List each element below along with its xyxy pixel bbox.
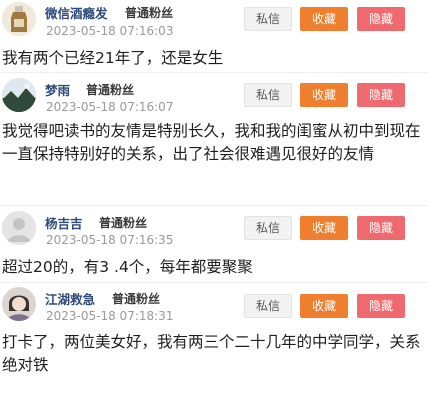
user-avatar[interactable]: [2, 2, 36, 36]
bottle-avatar-icon: [2, 2, 36, 36]
username[interactable]: 微信酒瘾发: [45, 3, 108, 22]
username[interactable]: 江湖救急: [45, 289, 95, 308]
message-button[interactable]: 私信: [244, 216, 292, 240]
user-avatar[interactable]: [2, 211, 36, 245]
fan-level-badge: 普通粉丝: [86, 83, 135, 97]
message-button[interactable]: 私信: [244, 7, 292, 31]
comment-text: 我有两个已经21年了，还是女生: [2, 49, 224, 67]
divider: [0, 205, 428, 206]
favorite-button[interactable]: 收藏: [300, 216, 348, 240]
fan-level-badge: 普通粉丝: [125, 6, 174, 20]
hide-button[interactable]: 隐藏: [357, 7, 405, 31]
hide-button[interactable]: 隐藏: [357, 216, 405, 240]
message-button[interactable]: 私信: [244, 294, 292, 318]
favorite-button[interactable]: 收藏: [300, 83, 348, 107]
default-user-avatar-icon: [2, 211, 36, 245]
divider: [0, 282, 428, 283]
message-button[interactable]: 私信: [244, 83, 292, 107]
user-avatar[interactable]: [2, 78, 36, 112]
fan-level-badge: 普通粉丝: [112, 292, 161, 306]
divider: [0, 72, 428, 73]
photo-avatar-icon: [2, 287, 36, 321]
hide-button[interactable]: 隐藏: [357, 83, 405, 107]
username[interactable]: 梦雨: [45, 80, 70, 99]
landscape-avatar-icon: [2, 78, 36, 112]
comment-text: 超过20的，有3 .4个，每年都要聚聚: [2, 258, 253, 276]
comment-timestamp: 2023-05-18 07:16:03: [46, 24, 174, 38]
comment-text: 我觉得吧读书的友情是特别长久，我和我的闺蜜从初中到现在一直保持特别好的关系，出了…: [2, 122, 421, 163]
favorite-button[interactable]: 收藏: [300, 294, 348, 318]
user-avatar[interactable]: [2, 287, 36, 321]
fan-level-badge: 普通粉丝: [99, 216, 148, 230]
favorite-button[interactable]: 收藏: [300, 7, 348, 31]
username[interactable]: 杨吉吉: [45, 213, 83, 232]
comment-text: 打卡了，两位美女好，我有两三个二十几年的中学同学，关系绝对铁: [2, 333, 421, 374]
comment-timestamp: 2023-05-18 07:16:07: [46, 100, 174, 114]
comment-timestamp: 2023-05-18 07:18:31: [46, 309, 174, 323]
hide-button[interactable]: 隐藏: [357, 294, 405, 318]
comment-timestamp: 2023-05-18 07:16:35: [46, 233, 174, 247]
